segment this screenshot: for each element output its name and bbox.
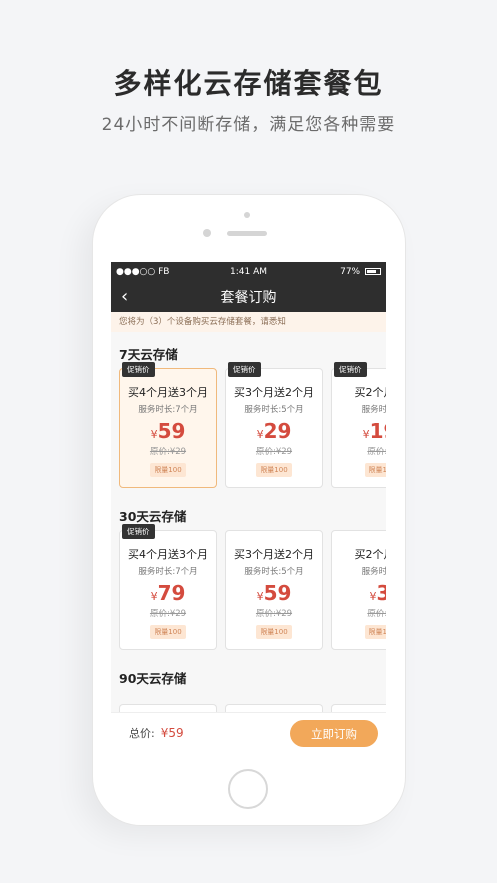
original-price: 原价:¥ (367, 447, 386, 457)
camera-icon (244, 212, 250, 218)
card-peek[interactable] (225, 704, 323, 712)
battery-icon (365, 268, 381, 275)
package-card-row: 促销价 买4个月送3个月 服务时长:7个月 ¥59 原价:¥29 限量100 促销价 买3个月… (111, 362, 387, 494)
promo-badge: 促销价 (122, 362, 155, 377)
package-sections: 7天云存储 促销价 买4个月送3个月 服务时长:7个月 ¥59 原价:¥29 限量100 促销… (111, 332, 386, 692)
package-card[interactable]: 买2个月送服务时长: ¥3 原价:¥ 限量10 (331, 530, 386, 650)
package-price: ¥29 (226, 419, 322, 443)
section-90-cards-peek (119, 704, 386, 712)
package-card-row: 促销价 买4个月送3个月 服务时长:7个月 ¥79 原价:¥29 限量100 买3个月送2个… (111, 524, 386, 656)
promo-title: 多样化云存储套餐包 (113, 67, 384, 100)
package-duration: 服务时长:7个月 (138, 567, 198, 577)
package-card[interactable]: 买3个月送2个月 服务时长:5个月 ¥59 原价:¥29 限量100 (225, 530, 323, 650)
package-duration: 服务时长:5个月 (244, 567, 304, 577)
total-value: ¥59 (160, 725, 184, 740)
section-title: 90天云存储 (119, 671, 187, 686)
package-price: ¥59 (120, 419, 216, 443)
price-value: 59 (157, 419, 186, 443)
currency-symbol: ¥ (150, 590, 158, 603)
package-name: 买4个月送3个月 (128, 548, 208, 561)
card-peek[interactable] (119, 704, 217, 712)
price-value: 29 (263, 419, 292, 443)
order-now-button[interactable]: 立即订购 (290, 720, 378, 747)
app-screen: ●●●○○ FB 1:41 AM 77% ‹ 套餐订购 您将为（3）个设备购买云… (111, 262, 386, 752)
package-card[interactable]: 促销价买4个月送3个月 服务时长:7个月 ¥79 原价:¥29 限量100 (119, 524, 217, 650)
price-value: 19 (369, 419, 386, 443)
package-duration: 服务时长: (361, 405, 386, 415)
original-price: 原价:¥29 (149, 609, 187, 619)
currency-symbol: ¥ (256, 428, 264, 441)
speaker-icon (227, 231, 267, 236)
package-duration: 服务时长:5个月 (244, 405, 304, 415)
limit-tag: 限量10 (364, 463, 386, 477)
phone-frame: ●●●○○ FB 1:41 AM 77% ‹ 套餐订购 您将为（3）个设备购买云… (93, 195, 405, 825)
package-name: 买4个月送3个月 (128, 386, 208, 399)
home-button[interactable] (228, 769, 268, 809)
status-bar: ●●●○○ FB 1:41 AM 77% (111, 262, 386, 282)
notice-banner: 您将为（3）个设备购买云存储套餐，请悉知 (111, 312, 386, 332)
currency-symbol: ¥ (256, 590, 264, 603)
package-name: 买3个月送2个月 (234, 548, 314, 561)
promo-subtitle: 24小时不间断存储，满足您各种需要 (101, 115, 396, 135)
package-price: ¥79 (120, 581, 216, 605)
package-duration: 服务时长:7个月 (138, 405, 198, 415)
bottom-bar: 总价: ¥59 立即订购 (111, 712, 386, 752)
promo-badge: 促销价 (228, 362, 261, 377)
package-price: ¥59 (226, 581, 322, 605)
currency-symbol: ¥ (362, 428, 370, 441)
package-price: ¥3 (332, 581, 386, 605)
package-card[interactable]: 促销价买3个月送2个月 服务时长:5个月 ¥29 原价:¥29 限量100 (225, 362, 323, 488)
package-price: ¥19 (332, 419, 386, 443)
package-card[interactable]: 促销价买4个月送3个月 服务时长:7个月 ¥59 原价:¥29 限量100 (119, 362, 217, 488)
package-name: 买3个月送2个月 (234, 386, 314, 399)
page-title: 套餐订购 (220, 290, 277, 306)
limit-tag: 限量100 (256, 625, 292, 639)
price-value: 79 (157, 581, 186, 605)
limit-tag: 限量100 (256, 463, 292, 477)
package-card[interactable]: 促销价买2个月送服务时长: ¥19 原价:¥ 限量10 (331, 362, 387, 488)
price-value: 3 (376, 581, 386, 605)
price-value: 59 (263, 581, 292, 605)
original-price: 原价:¥29 (149, 447, 187, 457)
original-price: 原价:¥29 (255, 609, 293, 619)
original-price: 原价:¥ (367, 609, 386, 619)
package-name: 买2个月送 (354, 548, 387, 561)
limit-tag: 限量100 (150, 625, 186, 639)
package-duration: 服务时长: (361, 567, 386, 577)
currency-symbol: ¥ (150, 428, 158, 441)
total-label: 总价: (129, 726, 155, 740)
status-time: 1:41 AM (230, 267, 267, 277)
sensor-icon (203, 229, 211, 237)
original-price: 原价:¥29 (255, 447, 293, 457)
package-name: 买2个月送 (354, 386, 387, 399)
currency-symbol: ¥ (369, 590, 377, 603)
limit-tag: 限量100 (150, 463, 186, 477)
limit-tag: 限量10 (364, 625, 386, 639)
card-peek[interactable] (331, 704, 386, 712)
nav-bar: ‹ 套餐订购 (111, 282, 386, 312)
promo-badge: 促销价 (122, 524, 155, 539)
back-arrow-icon[interactable]: ‹ (121, 288, 128, 306)
promo-badge: 促销价 (334, 362, 367, 377)
